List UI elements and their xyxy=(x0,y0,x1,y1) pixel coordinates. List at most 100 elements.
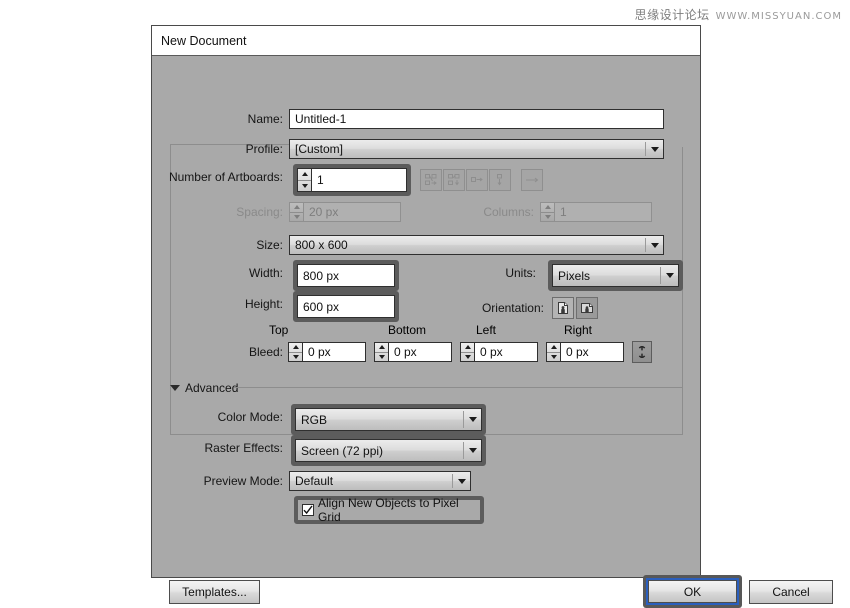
artboards-stepper-up[interactable] xyxy=(298,169,311,181)
grid-by-column-icon[interactable] xyxy=(443,169,465,191)
color-mode-row: Color Mode: xyxy=(152,410,283,424)
align-pixel-grid-focus-ring: Align New Objects to Pixel Grid xyxy=(294,496,484,524)
color-mode-label: Color Mode: xyxy=(152,410,283,424)
spacing-input: 20 px xyxy=(303,202,401,222)
arrange-by-column-icon[interactable] xyxy=(489,169,511,191)
chevron-down-icon xyxy=(464,448,481,453)
artboards-focus-ring: 1 xyxy=(293,164,411,196)
columns-stepper-up xyxy=(541,203,554,213)
height-row: Height: xyxy=(152,297,283,311)
bleed-headers: Top Bottom Left Right xyxy=(269,323,652,337)
spacing-stepper-up xyxy=(290,203,303,213)
units-row: Units: xyxy=(494,266,536,280)
bleed-top-stepper-up[interactable] xyxy=(289,343,302,353)
advanced-header[interactable]: Advanced xyxy=(170,381,238,395)
size-dropdown[interactable]: 800 x 600 xyxy=(289,235,664,255)
watermark-chinese-text: 思缘设计论坛 xyxy=(635,8,710,22)
dialog-title: New Document xyxy=(161,34,246,48)
artboards-stepper[interactable] xyxy=(298,169,312,191)
artboards-stepper-down[interactable] xyxy=(298,181,311,192)
bleed-left-input[interactable]: 0 px xyxy=(474,342,538,362)
chevron-down-icon xyxy=(464,417,481,422)
advanced-label: Advanced xyxy=(185,381,238,395)
width-focus-ring: 800 px xyxy=(293,260,399,291)
artboards-row: Number of Artboards: xyxy=(152,170,283,184)
preview-mode-dropdown[interactable]: Default xyxy=(289,471,471,491)
chevron-down-icon[interactable] xyxy=(170,385,180,391)
new-document-dialog: New Document Name: Untitled-1 Profile: [… xyxy=(151,25,701,578)
bleed-bottom-stepper-up[interactable] xyxy=(375,343,388,353)
bleed-right-input[interactable]: 0 px xyxy=(560,342,624,362)
bleed-bottom-stepper[interactable] xyxy=(374,342,388,362)
raster-effects-focus-ring: Screen (72 ppi) xyxy=(291,435,486,466)
templates-button[interactable]: Templates... xyxy=(169,580,260,604)
name-input[interactable]: Untitled-1 xyxy=(289,109,664,129)
width-label: Width: xyxy=(152,266,283,280)
height-input[interactable]: 600 px xyxy=(297,295,395,318)
chain-link-icon[interactable] xyxy=(632,341,652,363)
profile-row: Profile: [Custom] xyxy=(152,139,665,159)
bleed-bottom-field: 0 px xyxy=(374,342,452,362)
bleed-right-stepper-up[interactable] xyxy=(547,343,560,353)
chevron-down-icon xyxy=(453,479,470,484)
ok-button-focus-ring: OK xyxy=(643,575,742,608)
profile-value: [Custom] xyxy=(290,142,645,156)
artboards-input[interactable]: 1 xyxy=(312,169,406,191)
bleed-top-field: 0 px xyxy=(288,342,366,362)
spacing-field-group: 20 px xyxy=(289,202,401,222)
height-label: Height: xyxy=(152,297,283,311)
preview-mode-row: Preview Mode: Default xyxy=(152,471,471,491)
raster-effects-label: Raster Effects: xyxy=(152,441,283,455)
width-row: Width: xyxy=(152,266,283,280)
align-pixel-grid-checkbox-row[interactable]: Align New Objects to Pixel Grid xyxy=(298,500,480,520)
change-to-right-to-left-layout-icon[interactable] xyxy=(521,169,543,191)
bleed-top-stepper[interactable] xyxy=(288,342,302,362)
bleed-bottom-stepper-down[interactable] xyxy=(375,353,388,362)
units-value: Pixels xyxy=(553,269,660,283)
cancel-button[interactable]: Cancel xyxy=(749,580,833,604)
landscape-orientation-icon[interactable] xyxy=(576,297,598,319)
units-dropdown[interactable]: Pixels xyxy=(552,264,679,287)
size-label: Size: xyxy=(152,238,283,252)
chevron-down-icon xyxy=(646,147,663,152)
portrait-orientation-icon[interactable] xyxy=(552,297,574,319)
bleed-left-stepper-down[interactable] xyxy=(461,353,474,362)
align-pixel-grid-checkbox[interactable] xyxy=(302,504,314,516)
units-label: Units: xyxy=(494,266,536,280)
align-pixel-grid-label: Align New Objects to Pixel Grid xyxy=(318,496,480,524)
raster-effects-value: Screen (72 ppi) xyxy=(296,444,463,458)
color-mode-focus-ring: RGB xyxy=(291,404,486,435)
bleed-bottom-input[interactable]: 0 px xyxy=(388,342,452,362)
bleed-left-stepper-up[interactable] xyxy=(461,343,474,353)
bleed-top-input[interactable]: 0 px xyxy=(302,342,366,362)
columns-stepper xyxy=(540,202,554,222)
grid-by-row-icon[interactable] xyxy=(420,169,442,191)
columns-label: Columns: xyxy=(472,205,534,219)
spacing-row: Spacing: 20 px xyxy=(152,202,401,222)
artboards-label: Number of Artboards: xyxy=(152,170,283,184)
watermark: 思缘设计论坛WWW.MISSYUAN.COM xyxy=(635,6,842,23)
bleed-right-stepper-down[interactable] xyxy=(547,353,560,362)
bleed-left-stepper[interactable] xyxy=(460,342,474,362)
profile-dropdown[interactable]: [Custom] xyxy=(289,139,664,159)
profile-label: Profile: xyxy=(152,142,283,156)
bleed-right-field: 0 px xyxy=(546,342,624,362)
bleed-top-stepper-down[interactable] xyxy=(289,353,302,362)
color-mode-value: RGB xyxy=(296,413,463,427)
width-input[interactable]: 800 px xyxy=(297,264,395,287)
name-row: Name: Untitled-1 xyxy=(152,109,665,129)
preview-mode-value: Default xyxy=(290,474,452,488)
advanced-divider xyxy=(234,387,683,388)
arrange-by-row-icon[interactable] xyxy=(466,169,488,191)
size-value: 800 x 600 xyxy=(290,238,645,252)
bleed-header-left: Left xyxy=(476,323,564,337)
raster-effects-dropdown[interactable]: Screen (72 ppi) xyxy=(295,439,482,462)
bleed-right-stepper[interactable] xyxy=(546,342,560,362)
bleed-header-right: Right xyxy=(564,323,652,337)
ok-button[interactable]: OK xyxy=(648,580,737,603)
spacing-stepper xyxy=(289,202,303,222)
color-mode-dropdown[interactable]: RGB xyxy=(295,408,482,431)
columns-row: Columns: 1 xyxy=(472,202,652,222)
orientation-row: Orientation: xyxy=(474,297,598,319)
bleed-header-bottom: Bottom xyxy=(388,323,476,337)
